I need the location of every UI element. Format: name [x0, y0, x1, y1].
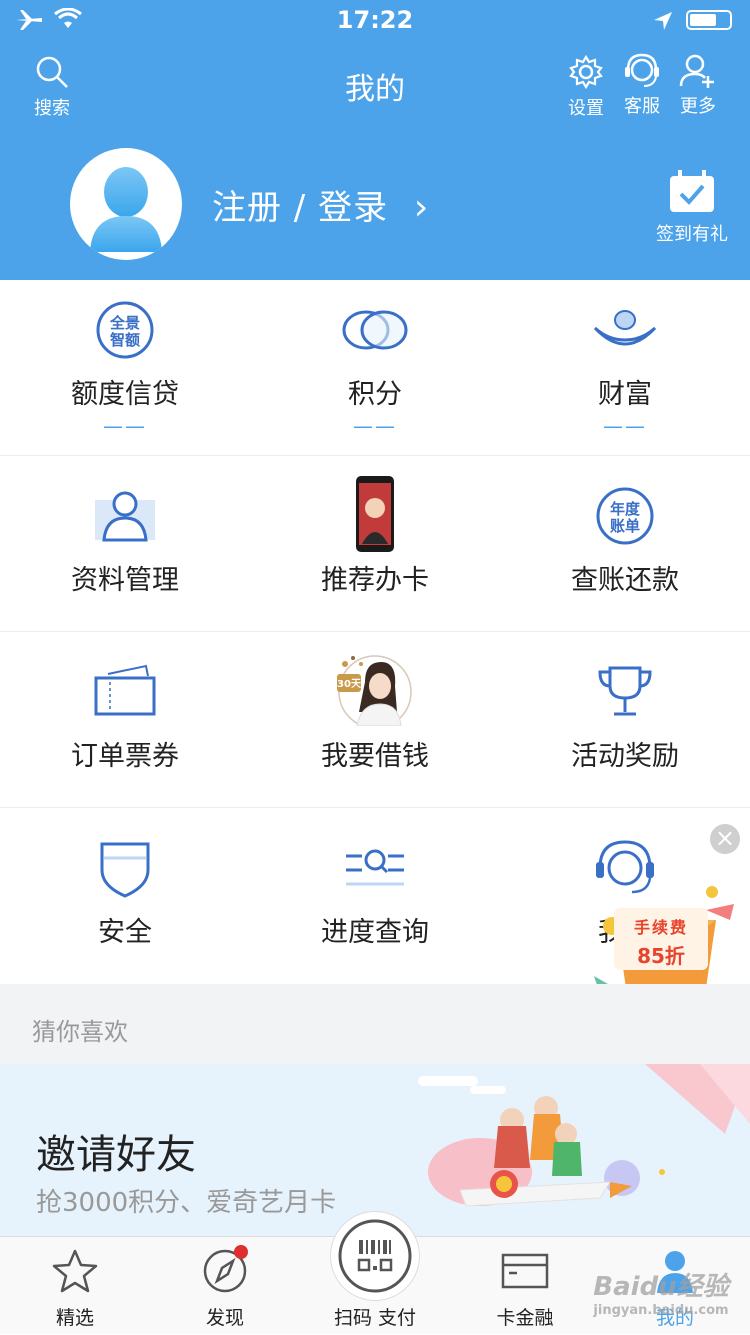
profile-management-label: 资料管理: [71, 565, 179, 596]
security-label: 安全: [98, 917, 152, 948]
activity-rewards-label: 活动奖励: [571, 741, 679, 772]
chevron-right-icon: ›: [413, 187, 430, 228]
points-label: 积分: [348, 379, 402, 410]
tab-featured[interactable]: 精选: [0, 1237, 150, 1335]
loan-woman-icon: 30天: [337, 655, 412, 726]
settings-button[interactable]: 设置: [558, 54, 614, 120]
ingot-icon: [593, 310, 657, 346]
profile-icon: [95, 491, 155, 542]
status-time: 17:22: [336, 6, 414, 34]
promo-card: 手续费 85折: [614, 908, 708, 970]
wealth-row: 全景 智额 额度信贷 —— 积分 —— 财富 ——: [0, 280, 750, 456]
points-value: ——: [353, 414, 397, 438]
status-bar: 17:22: [0, 0, 750, 40]
discover-badge: [234, 1245, 248, 1259]
settings-label: 设置: [568, 98, 604, 119]
headset-icon: [625, 53, 659, 87]
baidu-watermark: Baidu经验 jingyan.baidu.com: [576, 1266, 746, 1318]
customer-service-button[interactable]: 客服: [614, 52, 670, 118]
ticket-icon: [94, 664, 156, 716]
location-arrow-icon: [654, 12, 672, 30]
more-label: 更多: [680, 96, 716, 117]
fee-discount-promo[interactable]: 手续费 85折: [588, 880, 740, 998]
bill-payment-item[interactable]: 年度 账单 查账还款: [500, 456, 750, 632]
shield-icon: [100, 842, 150, 898]
service-row-2: 订单票券 30天 我要借钱 活动奖励: [0, 632, 750, 808]
more-button[interactable]: 更多: [670, 52, 726, 118]
login-label: 注册 / 登录: [212, 188, 389, 228]
trophy-icon: [598, 666, 652, 716]
wealth-label: 财富: [598, 379, 652, 410]
promo-close-button[interactable]: ×: [710, 824, 740, 854]
borrow-money-item[interactable]: 30天 我要借钱: [250, 632, 500, 808]
credit-limit-label: 额度信贷: [71, 379, 179, 410]
checkin-label: 签到有礼: [656, 224, 728, 245]
progress-query-item[interactable]: 进度查询: [250, 808, 500, 984]
recommend-card-item[interactable]: 推荐办卡: [250, 456, 500, 632]
profile-management-item[interactable]: 资料管理: [0, 456, 250, 632]
security-item[interactable]: 安全: [0, 808, 250, 984]
guess-you-like-header: 猜你喜欢: [0, 984, 750, 1064]
default-avatar-icon: [90, 167, 162, 252]
borrow-money-label: 我要借钱: [321, 741, 429, 772]
orders-tickets-item[interactable]: 订单票券: [0, 632, 250, 808]
banner-title: 邀请好友: [36, 1132, 196, 1178]
recommend-card-label: 推荐办卡: [321, 565, 429, 596]
add-user-icon: [679, 54, 714, 88]
promo-line1: 手续费: [633, 918, 688, 937]
scan-pay-icon: [338, 1219, 412, 1293]
progress-query-label: 进度查询: [321, 917, 429, 948]
bill-payment-label: 查账还款: [571, 565, 679, 596]
login-register-link[interactable]: 注册 / 登录 ›: [212, 180, 429, 229]
watermark-url: jingyan.baidu.com: [593, 1303, 729, 1318]
tab-scan-pay[interactable]: 扫码 支付: [300, 1211, 450, 1335]
header: 17:22 搜索 我的 设置 客服 更多 注册 / 登录 › 签到有礼: [0, 0, 750, 280]
tab-featured-label: 精选: [55, 1307, 94, 1329]
activity-rewards-item[interactable]: 活动奖励: [500, 632, 750, 808]
banner-subtitle: 抢3000积分、爱奇艺月卡: [36, 1188, 337, 1218]
panorama-limit-icon: 全景 智额: [96, 301, 154, 359]
tab-scan-pay-label: 扫码 支付: [333, 1307, 417, 1329]
service-row-1: 资料管理 推荐办卡 年度 账单 查账还款: [0, 456, 750, 632]
icon-text-line2: 智额: [110, 331, 140, 349]
calendar-check-icon: [670, 170, 714, 212]
wealth-value: ——: [603, 414, 647, 438]
credit-limit-value: ——: [103, 414, 147, 438]
watermark-text: Baidu经验: [593, 1272, 729, 1302]
progress-search-icon: [346, 849, 404, 886]
loan-badge-text: 30天: [337, 678, 362, 690]
phone-image-icon: [356, 476, 394, 552]
wealth-item[interactable]: 财富 ——: [500, 280, 750, 456]
service-label: 客服: [624, 96, 660, 117]
credit-limit-item[interactable]: 全景 智额 额度信贷 ——: [0, 280, 250, 456]
banner-illustration: [418, 1064, 750, 1207]
card-icon: [501, 1253, 549, 1289]
avatar[interactable]: [70, 148, 182, 260]
icon-text-line2: 账单: [610, 517, 640, 535]
points-rings-icon: [342, 310, 408, 350]
checkin-button[interactable]: 签到有礼: [650, 168, 734, 246]
gear-icon: [569, 54, 603, 90]
orders-tickets-label: 订单票券: [71, 741, 179, 772]
battery-icon: [686, 10, 732, 30]
tab-discover-label: 发现: [205, 1307, 244, 1329]
star-icon: [52, 1249, 98, 1293]
icon-text-line1: 年度: [610, 500, 641, 518]
points-item[interactable]: 积分 ——: [250, 280, 500, 456]
promo-line2: 85折: [637, 944, 685, 968]
annual-bill-icon: 年度 账单: [596, 487, 654, 545]
icon-text-line1: 全景: [109, 314, 140, 332]
tab-discover[interactable]: 发现: [150, 1237, 300, 1335]
